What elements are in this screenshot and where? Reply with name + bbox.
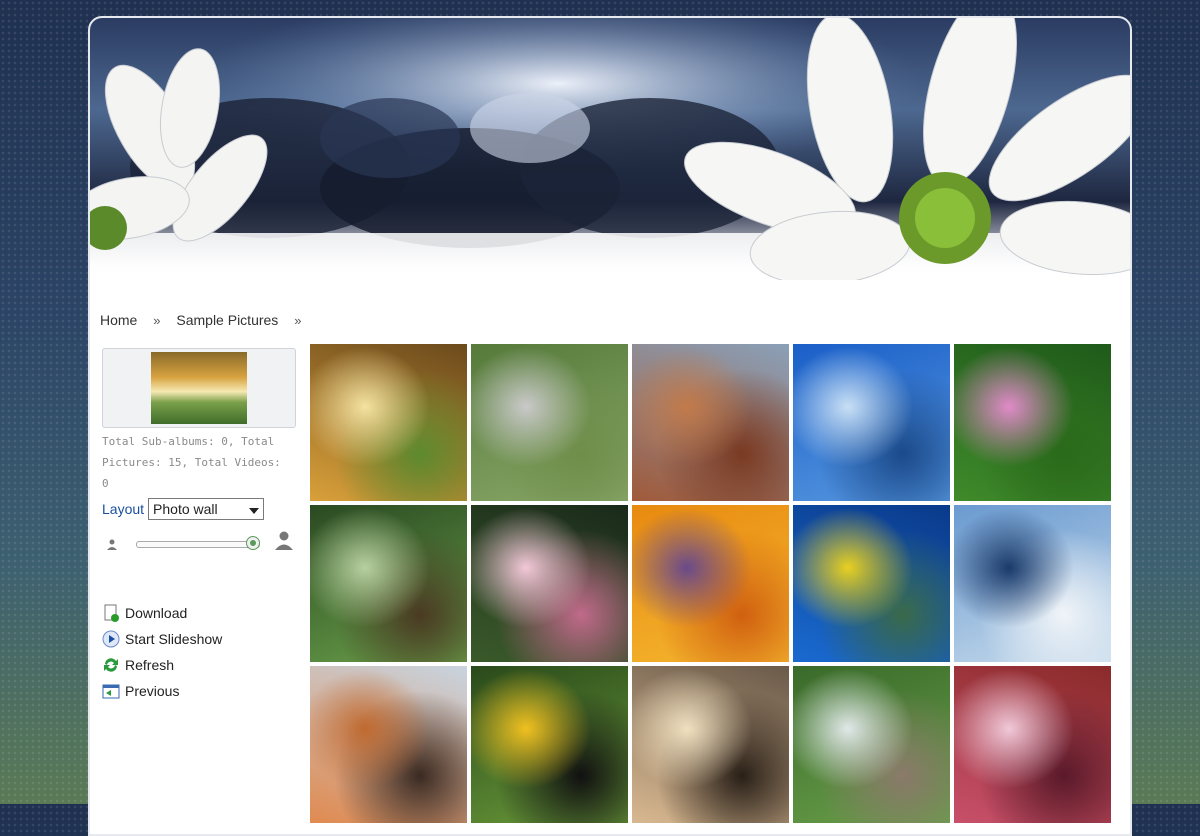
album-stats-line: Pictures: 15, Total Videos: 0 (102, 456, 281, 490)
layout-select[interactable]: Photo wall (148, 498, 265, 520)
header-banner (90, 18, 1130, 280)
photo-thumbnail-stream-meadow[interactable] (471, 344, 628, 501)
start-slideshow-action[interactable]: Start Slideshow (102, 626, 298, 652)
photo-thumbnail-toucan[interactable] (471, 666, 628, 823)
start-slideshow-label: Start Slideshow (125, 631, 223, 647)
slider-track[interactable] (136, 541, 260, 548)
photo-thumbnail-sea-turtle[interactable] (793, 505, 950, 662)
photo-thumbnail-desert-oryx[interactable] (310, 666, 467, 823)
breadcrumb-home[interactable]: Home (100, 312, 137, 328)
slider-handle[interactable] (246, 536, 260, 550)
person-large-icon (274, 530, 294, 554)
thumbnail-size-slider[interactable] (102, 530, 298, 554)
photo-thumbnail-waterfall-garden[interactable] (793, 666, 950, 823)
photo-thumbnail-pier-sea[interactable] (793, 344, 950, 501)
layout-select-value: Photo wall (153, 501, 218, 517)
previous-label: Previous (125, 683, 180, 699)
album-cover[interactable] (102, 348, 296, 428)
album-stats: Total Sub-albums: 0, Total Pictures: 15,… (102, 431, 292, 494)
album-stats-line: Total Sub-albums: 0, Total (102, 435, 275, 448)
download-label: Download (125, 605, 188, 621)
photo-thumbnail-desert-butte[interactable] (632, 344, 789, 501)
photo-thumbnail-orange-daisies[interactable] (632, 505, 789, 662)
photo-thumbnail-pink-flowers[interactable] (954, 344, 1111, 501)
photo-thumbnail-frosted-leaves[interactable] (954, 666, 1111, 823)
sidebar: Total Sub-albums: 0, Total Pictures: 15,… (102, 348, 298, 704)
download-icon (102, 604, 120, 622)
refresh-label: Refresh (125, 657, 175, 673)
layout-label: Layout (102, 501, 145, 517)
breadcrumb-sample-pictures[interactable]: Sample Pictures (176, 312, 278, 328)
chevron-down-icon (249, 501, 260, 517)
play-icon (102, 630, 120, 648)
photo-thumbnail-autumn-tree[interactable] (310, 344, 467, 501)
breadcrumb-separator: » (153, 313, 161, 328)
photo-thumbnail-savanna-trees[interactable] (632, 666, 789, 823)
layout-row: Layout Photo wall (102, 498, 298, 520)
photo-thumbnail-forest-path[interactable] (310, 505, 467, 662)
photo-wall (310, 344, 1111, 823)
album-cover-thumbnail (151, 352, 247, 424)
photo-thumbnail-frangipani[interactable] (471, 505, 628, 662)
previous-icon (102, 682, 120, 700)
refresh-action[interactable]: Refresh (102, 652, 298, 678)
person-small-icon (106, 535, 118, 554)
actions-list: Download Start Slideshow Refresh Previou… (102, 600, 298, 704)
breadcrumb-separator: » (294, 313, 302, 328)
download-action[interactable]: Download (102, 600, 298, 626)
breadcrumb: Home » Sample Pictures » (100, 312, 313, 328)
photo-thumbnail-whale-tail[interactable] (954, 505, 1111, 662)
gallery-frame: Home » Sample Pictures » Total Sub-album… (88, 16, 1132, 836)
previous-action[interactable]: Previous (102, 678, 298, 704)
refresh-icon (102, 656, 120, 674)
